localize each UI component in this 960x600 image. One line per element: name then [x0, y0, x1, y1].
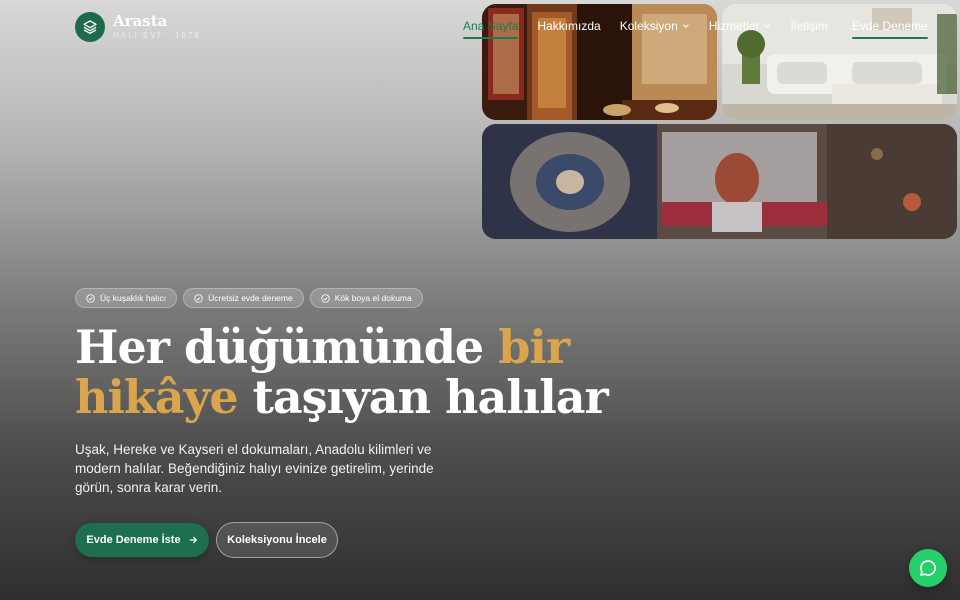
check-circle-icon	[194, 293, 203, 303]
request-home-trial-button[interactable]: Evde Deneme İste	[75, 523, 209, 557]
layers-icon	[75, 12, 105, 42]
feature-chip-label: Üç kuşaklık halıcı	[100, 293, 167, 303]
check-circle-icon	[321, 293, 330, 303]
nav-item-label: Koleksiyon	[619, 19, 678, 33]
feature-chip-label: Kök boya el dokuma	[334, 293, 412, 303]
brand-name: Arasta	[113, 12, 168, 30]
headline-highlight: bir	[498, 320, 570, 374]
chevron-down-icon	[682, 24, 689, 28]
hero-headline: Her düğümünde bir hikâye taşıyan halılar	[75, 322, 635, 422]
button-label: Evde Deneme İste	[86, 534, 181, 546]
main-nav: Ana Sayfa Hakkımızda Koleksiyon Hizmetle…	[463, 19, 928, 39]
brand-logo[interactable]: Arasta HALI EVİ · 1978	[75, 12, 201, 42]
headline-text: Her düğümünde	[75, 320, 499, 374]
hero-image-weaving	[482, 124, 957, 239]
browse-collection-button[interactable]: Koleksiyonu İncele	[216, 522, 338, 558]
nav-item-label: İletişim	[790, 19, 828, 33]
nav-item-collection[interactable]: Koleksiyon	[620, 19, 690, 33]
chevron-down-icon	[764, 24, 771, 28]
feature-chip: Ücretsiz evde deneme	[183, 288, 304, 308]
nav-item-services[interactable]: Hizmetler	[709, 19, 772, 33]
check-circle-icon	[86, 293, 95, 303]
nav-cta-home-trial[interactable]: Evde Deneme	[851, 19, 928, 39]
nav-item-label: Ana Sayfa	[463, 19, 519, 33]
feature-chip-label: Ücretsiz evde deneme	[208, 293, 293, 303]
arrow-right-icon	[189, 536, 197, 544]
nav-item-contact[interactable]: İletişim	[790, 19, 827, 33]
feature-chip: Üç kuşaklık halıcı	[75, 288, 178, 308]
nav-item-label: Hakkımızda	[537, 19, 601, 33]
headline-highlight: hikâye	[75, 370, 239, 424]
button-label: Koleksiyonu İncele	[227, 534, 327, 546]
feature-chips: Üç kuşaklık halıcı Ücretsiz evde deneme …	[75, 288, 423, 308]
nav-item-about[interactable]: Hakkımızda	[537, 19, 600, 33]
chat-bubble-icon	[920, 560, 936, 576]
nav-item-home[interactable]: Ana Sayfa	[463, 19, 519, 39]
hero-lead-text: Uşak, Hereke ve Kayseri el dokumaları, A…	[75, 442, 434, 495]
chat-button[interactable]	[909, 549, 947, 587]
brand-tagline: HALI EVİ · 1978	[113, 31, 201, 40]
feature-chip: Kök boya el dokuma	[309, 288, 423, 308]
headline-text: taşıyan halılar	[237, 370, 609, 424]
nav-item-label: Hizmetler	[708, 19, 760, 33]
